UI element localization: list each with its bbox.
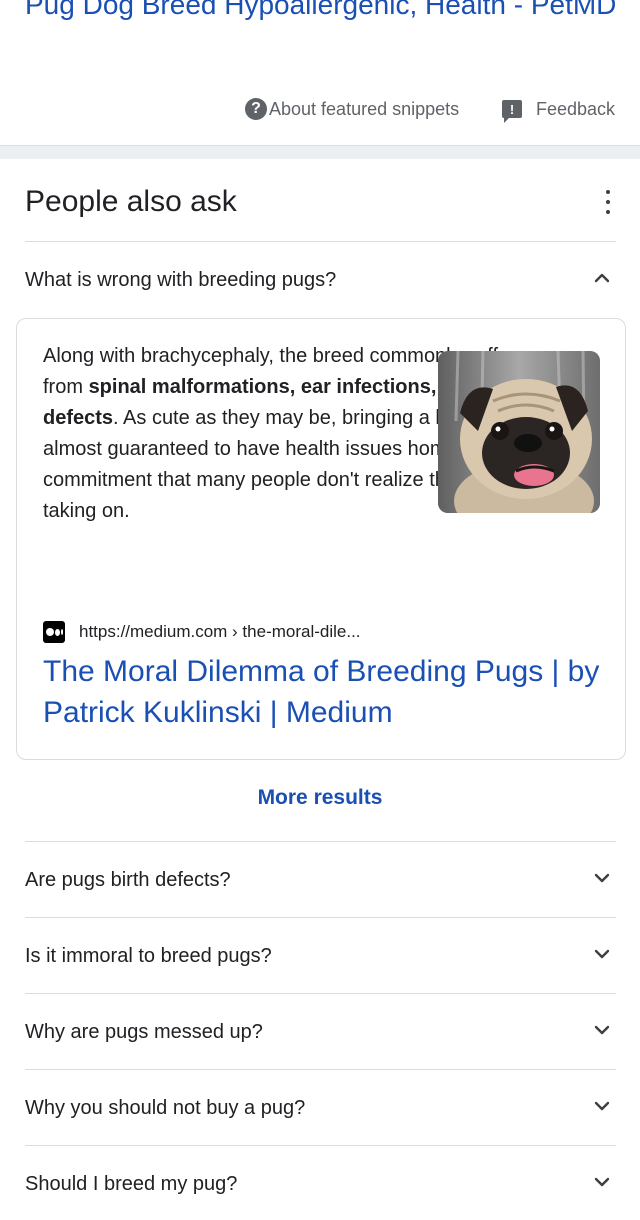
paa-question[interactable]: Why you should not buy a pug?	[25, 1088, 616, 1128]
feedback-link[interactable]: ! Feedback	[502, 96, 616, 123]
divider	[25, 1069, 616, 1070]
paa-question[interactable]: Are pugs birth defects?	[25, 860, 616, 900]
chevron-up-icon	[594, 270, 610, 286]
chevron-down-icon	[594, 870, 610, 886]
about-featured-snippets-label: About featured snippets	[269, 98, 460, 119]
source-url: https://medium.com › the-moral-dile...	[79, 622, 361, 641]
previous-result-card: Pug Dog Breed Hypoallergenic, Health - P…	[0, 0, 640, 145]
paa-question[interactable]: Why are pugs messed up?	[25, 1012, 616, 1052]
divider	[25, 1145, 616, 1146]
paa-question-label: Why are pugs messed up?	[25, 1020, 263, 1043]
source-url-row[interactable]: https://medium.com › the-moral-dile...	[43, 619, 361, 645]
paa-question-label: Is it immoral to breed pugs?	[25, 944, 272, 967]
paa-question[interactable]: Should I breed my pug?	[25, 1164, 616, 1204]
chevron-down-icon	[594, 1022, 610, 1038]
paa-question-label: Should I breed my pug?	[25, 1172, 238, 1195]
help-circle-icon: ?	[245, 98, 267, 120]
feedback-label: Feedback	[536, 98, 616, 119]
paa-question-expanded[interactable]: What is wrong with breeding pugs?	[25, 260, 616, 300]
chevron-down-icon	[594, 946, 610, 962]
pug-photo[interactable]	[438, 351, 600, 513]
section-divider	[0, 145, 640, 159]
paa-question-label: Why you should not buy a pug?	[25, 1096, 306, 1119]
paa-question-label: Are pugs birth defects?	[25, 868, 231, 891]
more-vert-icon[interactable]	[604, 190, 612, 214]
chevron-down-icon	[594, 1174, 610, 1190]
answer-card: Along with brachycephaly, the breed comm…	[16, 318, 626, 760]
divider	[25, 841, 616, 842]
feedback-icon: !	[502, 100, 522, 123]
about-featured-snippets-link[interactable]: ? About featured snippets	[245, 96, 459, 122]
more-results-link[interactable]: More results	[0, 786, 640, 810]
result-title-link[interactable]: The Moral Dilemma of Breeding Pugs | by …	[43, 651, 603, 733]
paa-question[interactable]: Is it immoral to breed pugs?	[25, 936, 616, 976]
medium-logo-icon	[43, 621, 65, 643]
people-also-ask-heading: People also ask	[25, 185, 237, 218]
previous-result-title[interactable]: Pug Dog Breed Hypoallergenic, Health - P…	[25, 0, 625, 25]
divider	[25, 993, 616, 994]
chevron-down-icon	[594, 1098, 610, 1114]
divider	[25, 241, 616, 242]
divider	[25, 917, 616, 918]
paa-question-label: What is wrong with breeding pugs?	[25, 268, 337, 291]
